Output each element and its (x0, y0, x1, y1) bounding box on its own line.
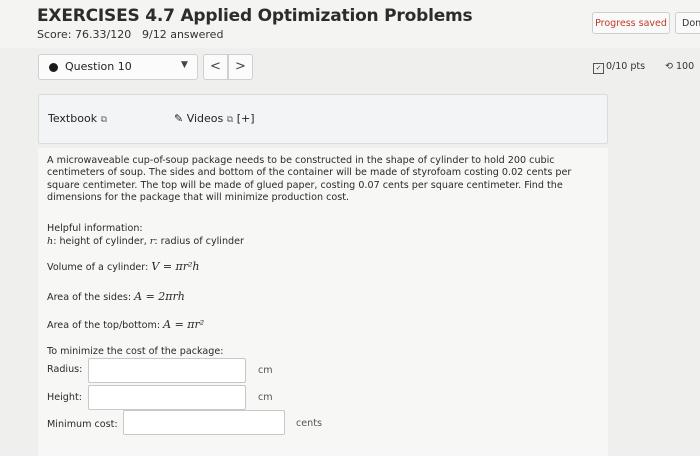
page-title: EXERCISES 4.7 Applied Optimization Probl… (37, 6, 473, 26)
volume-formula: V = πr²h (151, 260, 200, 273)
retry-button[interactable]: ⟲ 100 (665, 61, 694, 72)
question-content: A microwaveable cup-of-soup package need… (38, 148, 608, 456)
problem-statement: A microwaveable cup-of-soup package need… (47, 155, 572, 204)
height-unit: cm (258, 392, 273, 403)
videos-expand-toggle[interactable]: [+] (237, 112, 255, 125)
checkbox-icon: ✓ (593, 63, 604, 74)
points-text: 0/10 pts (606, 61, 646, 72)
answered-count: 9/12 answered (142, 28, 224, 41)
sides-formula-row: Area of the sides: A = 2πrh (47, 290, 185, 303)
minimum-cost-input[interactable] (123, 410, 285, 435)
radius-label: Radius: (47, 364, 83, 375)
var-h-desc: : height of cylinder, (53, 235, 150, 247)
minimize-title: To minimize the cost of the package: (47, 346, 224, 357)
textbook-label: Textbook (48, 112, 98, 125)
sides-formula: A = 2πrh (134, 290, 185, 303)
points-display: ✓ 0/10 pts (593, 61, 645, 74)
radius-unit: cm (258, 365, 273, 376)
helpful-title: Helpful information: (47, 223, 143, 234)
done-button[interactable]: Done (675, 12, 700, 34)
top-formula: A = πr² (163, 318, 205, 331)
top-formula-row: Area of the top/bottom: A = πr² (47, 318, 204, 331)
volume-label: Volume of a cylinder: (47, 262, 152, 273)
assignment-header: EXERCISES 4.7 Applied Optimization Probl… (0, 0, 700, 48)
sides-label: Area of the sides: (47, 292, 135, 303)
radius-input[interactable] (88, 358, 246, 383)
volume-formula-row: Volume of a cylinder: V = πr²h (47, 260, 200, 273)
videos-label: Videos (186, 112, 224, 125)
external-link-icon: ⧉ (100, 115, 107, 125)
next-question-button[interactable]: > (228, 54, 253, 80)
helpful-information: Helpful information: h: height of cylind… (47, 223, 244, 248)
height-label: Height: (47, 392, 82, 403)
textbook-link[interactable]: Textbook ⧉ (48, 112, 107, 125)
question-resources-panel: Textbook ⧉ ✎ Videos ⧉ [+] (38, 94, 608, 144)
videos-link[interactable]: ✎ Videos ⧉ [+] (174, 112, 255, 125)
progress-saved-button[interactable]: Progress saved (592, 12, 670, 34)
refresh-icon: ⟲ (665, 61, 673, 72)
score-text: Score: 76.33/120 (37, 28, 132, 41)
minimum-cost-label: Minimum cost: (47, 419, 118, 430)
height-input[interactable] (88, 385, 246, 410)
variable-definitions: h: height of cylinder, r: radius of cyli… (47, 236, 244, 249)
cost-unit: cents (296, 418, 323, 429)
retry-label: 100 (676, 61, 695, 72)
video-icon: ✎ (174, 112, 184, 125)
question-select-label: Question 10 (65, 60, 132, 73)
caret-down-icon: ▼ (181, 60, 188, 70)
var-r-desc: : radius of cylinder (154, 235, 244, 247)
question-select[interactable]: Question 10 ▼ (38, 54, 198, 80)
question-status-dot (49, 63, 58, 72)
top-label: Area of the top/bottom: (47, 320, 164, 331)
external-link-icon: ⧉ (226, 115, 234, 125)
previous-question-button[interactable]: < (203, 54, 228, 80)
